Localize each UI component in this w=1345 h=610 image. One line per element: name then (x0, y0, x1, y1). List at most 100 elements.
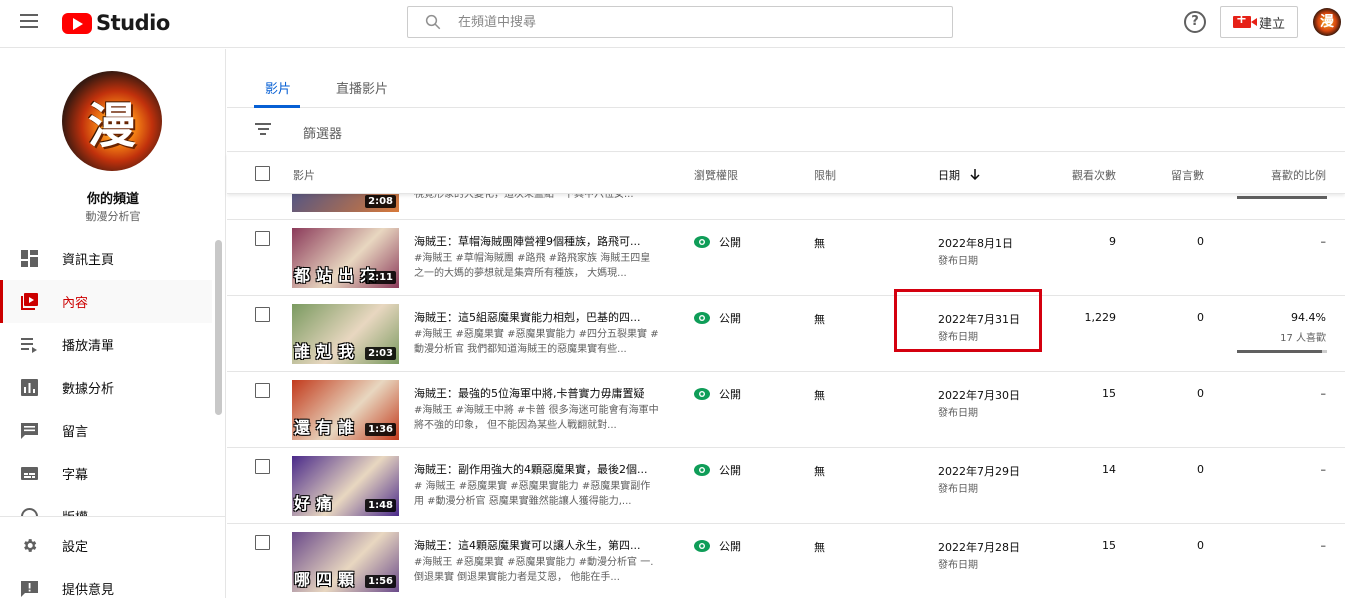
feedback-icon (21, 581, 38, 597)
table-row[interactable]: 2:08 視覺形象的大變化，這次來盤點一下其中六位女... (227, 194, 1345, 220)
visibility-dropdown[interactable]: 公開 (694, 386, 741, 402)
select-all-checkbox[interactable] (255, 166, 270, 181)
publish-date-label: 發布日期 (938, 256, 978, 267)
channel-avatar[interactable]: 漫 (62, 71, 162, 171)
likes-ratio: – (1320, 463, 1327, 476)
likes-ratio: – (1320, 235, 1327, 248)
table-row[interactable]: 誰剋我 2:03 海賊王：這5組惡魔果實能力相剋，巴基的四... #海賊王 #惡… (227, 296, 1345, 372)
publish-date-label: 發布日期 (938, 484, 978, 495)
column-header-comments[interactable]: 留言數 (1171, 167, 1204, 183)
visibility-dropdown[interactable]: 公開 (694, 310, 741, 326)
comments-count: 0 (1197, 387, 1204, 400)
channel-name: 你的頻道 (86, 192, 139, 207)
publish-date-label: 發布日期 (938, 332, 978, 343)
search-icon (425, 14, 441, 30)
likes-ratio: 94.4% (1291, 311, 1326, 324)
video-title[interactable]: 海賊王：副作用強大的4顆惡魔果實，最後2個... (414, 461, 664, 477)
playlist-icon (21, 338, 37, 353)
visibility-dropdown[interactable]: 公開 (694, 462, 741, 478)
row-checkbox[interactable] (255, 231, 270, 246)
visibility-dropdown[interactable]: 公開 (694, 234, 741, 250)
restrictions-value: 無 (814, 465, 825, 478)
row-checkbox[interactable] (255, 535, 270, 550)
sidebar-scrollbar[interactable] (215, 240, 222, 415)
sidebar-item-playlists[interactable]: 播放清單 (0, 323, 212, 366)
top-bar: Studio ? 建立 漫 (0, 0, 1345, 48)
column-header-views[interactable]: 觀看次數 (1072, 167, 1116, 183)
sidebar-item-settings[interactable]: 設定 (0, 524, 212, 567)
video-thumbnail[interactable]: 誰剋我 2:03 (292, 304, 399, 364)
table-row[interactable]: 還有誰 1:36 海賊王：最強的5位海軍中將,卡普實力毋庸置疑 #海賊王 #海賊… (227, 372, 1345, 448)
sidebar-divider (0, 516, 226, 517)
video-description: #海賊王 #草帽海賊團 #路飛 #路飛家族 海賊王四皇之一的大媽的夢想就是集齊所… (414, 253, 651, 279)
create-label: 建立 (1259, 16, 1286, 32)
column-header-date[interactable]: 日期 (938, 167, 980, 183)
sidebar-item-subtitles[interactable]: 字幕 (0, 452, 212, 495)
column-header-visibility[interactable]: 瀏覽權限 (694, 167, 738, 183)
sidebar-item-feedback[interactable]: 提供意見 (0, 567, 212, 610)
visibility-dropdown[interactable]: 公開 (694, 538, 741, 554)
eye-icon (694, 312, 710, 324)
video-thumbnail[interactable]: 都站出來 2:11 (292, 228, 399, 288)
channel-avatar-char: 漫 (87, 98, 136, 154)
publish-date: 2022年7月30日 (938, 389, 1020, 402)
restrictions-value: 無 (814, 541, 825, 554)
video-thumbnail[interactable]: 好痛 1:48 (292, 456, 399, 516)
sidebar-item-label: 播放清單 (62, 339, 115, 354)
sidebar-item-label: 版權 (62, 507, 88, 516)
settings-icon (24, 539, 37, 552)
sidebar-item-label: 字幕 (62, 468, 89, 483)
search-box[interactable] (407, 6, 953, 38)
visibility-label: 公開 (719, 312, 741, 325)
table-header: 影片 瀏覽權限 限制 日期 觀看次數 留言數 喜歡的比例 (227, 153, 1345, 194)
sidebar-item-dashboard[interactable]: 資訊主頁 (0, 237, 212, 280)
create-video-icon (1233, 12, 1257, 28)
studio-logo[interactable]: Studio (62, 11, 170, 35)
content-panel: 影片 直播影片 篩選器 影片 瀏覽權限 限制 日期 觀看次數 留言數 喜歡的比例… (227, 49, 1345, 598)
video-thumbnail[interactable]: 哪四顆 1:56 (292, 532, 399, 592)
video-thumbnail[interactable]: 還有誰 1:36 (292, 380, 399, 440)
comments-icon (21, 423, 38, 439)
publish-date: 2022年7月31日 (938, 313, 1020, 326)
tab-videos[interactable]: 影片 (265, 78, 291, 97)
menu-icon[interactable] (20, 14, 38, 28)
account-avatar[interactable]: 漫 (1313, 8, 1341, 36)
sidebar-item-comments[interactable]: 留言 (0, 409, 212, 452)
row-checkbox[interactable] (255, 383, 270, 398)
sidebar-item-label: 資訊主頁 (62, 253, 115, 268)
sidebar-item-analytics[interactable]: 數據分析 (0, 366, 212, 409)
video-thumbnail[interactable]: 2:08 (292, 194, 399, 212)
create-button[interactable]: 建立 (1220, 6, 1298, 38)
sidebar-item-copyright[interactable]: 版權 (0, 495, 212, 516)
video-title[interactable]: 海賊王：最強的5位海軍中將,卡普實力毋庸置疑 (414, 385, 664, 401)
filter-icon[interactable] (255, 123, 271, 137)
video-title[interactable]: 海賊王：這5組惡魔果實能力相剋，巴基的四... (414, 309, 664, 325)
search-input[interactable] (458, 14, 928, 30)
filter-input[interactable]: 篩選器 (303, 123, 342, 142)
tab-live[interactable]: 直播影片 (336, 78, 388, 97)
video-duration: 2:11 (365, 271, 396, 284)
column-header-restrictions[interactable]: 限制 (814, 167, 836, 183)
eye-icon (694, 464, 710, 476)
table-row[interactable]: 哪四顆 1:56 海賊王：這4顆惡魔果實可以讓人永生，第四... #海賊王 #惡… (227, 524, 1345, 598)
table-row[interactable]: 都站出來 2:11 海賊王：草帽海賊團陣營裡9個種族，路飛可... #海賊王 #… (227, 220, 1345, 296)
logo-text: Studio (96, 11, 170, 35)
views-count: 1,229 (1084, 311, 1117, 324)
video-description: # 海賊王 #惡魔果實 #惡魔果實能力 #惡魔果實副作用 #動漫分析官 惡魔果實… (414, 481, 651, 507)
video-title[interactable]: 海賊王：這4顆惡魔果實可以讓人永生，第四... (414, 537, 664, 553)
restrictions-value: 無 (814, 313, 825, 326)
column-header-likes[interactable]: 喜歡的比例 (1271, 167, 1326, 183)
video-title[interactable]: 海賊王：草帽海賊團陣營裡9個種族，路飛可... (414, 233, 664, 249)
tab-bar: 影片 直播影片 (227, 49, 1345, 108)
sidebar-item-label: 內容 (62, 296, 89, 311)
video-description: 視覺形象的大變化，這次來盤點一下其中六位女... (414, 194, 634, 200)
video-duration: 1:56 (365, 575, 396, 588)
filter-bar[interactable]: 篩選器 (227, 109, 1345, 152)
sidebar-item-content[interactable]: 內容 (0, 280, 212, 323)
row-checkbox[interactable] (255, 459, 270, 474)
eye-icon (694, 236, 710, 248)
help-icon[interactable]: ? (1184, 11, 1206, 33)
table-row[interactable]: 好痛 1:48 海賊王：副作用強大的4顆惡魔果實，最後2個... # 海賊王 #… (227, 448, 1345, 524)
row-checkbox[interactable] (255, 307, 270, 322)
views-count: 9 (1109, 235, 1116, 248)
